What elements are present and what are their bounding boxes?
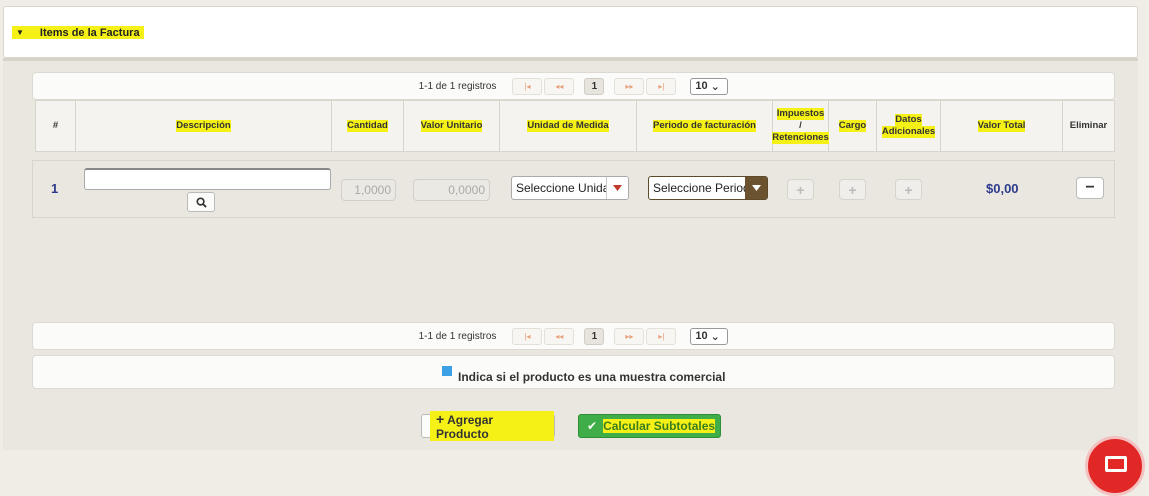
calculate-subtotals-button[interactable]: ✔ Calcular Subtotales [578, 414, 721, 438]
add-product-button[interactable]: + Agregar Producto [421, 411, 555, 441]
chevron-down-icon: ⌄ [710, 330, 720, 343]
pager-info: 1-1 de 1 registros [418, 330, 497, 342]
unit-value-input[interactable]: 0,0000 [413, 179, 490, 201]
chat-button[interactable] [1085, 436, 1145, 496]
col-delete: Eliminar [1063, 101, 1114, 151]
add-product-label-wrap: + Agregar Producto [430, 411, 554, 441]
uom-select-value: Seleccione Unidad [516, 181, 617, 195]
chevron-down-icon: ⌄ [710, 80, 720, 93]
col-quantity[interactable]: Cantidad [332, 101, 404, 151]
check-icon: ✔ [587, 419, 598, 433]
period-select[interactable]: Seleccione Periodo [648, 176, 768, 200]
plus-icon: + [904, 181, 913, 198]
col-num: # [36, 101, 76, 151]
page-size-value: 10 [695, 330, 708, 342]
col-quantity-label: Cantidad [347, 120, 388, 132]
row-number: 1 [51, 181, 59, 196]
page-size-select[interactable]: 10 ⌄ [690, 77, 729, 95]
chat-icon [1105, 456, 1127, 472]
add-product-label: Agregar Producto [436, 413, 494, 441]
quantity-input[interactable]: 1,0000 [341, 179, 396, 201]
plus-icon: + [848, 181, 857, 198]
add-tax-button[interactable]: + [787, 179, 814, 200]
sample-color-swatch [442, 366, 452, 376]
chevron-down-icon [745, 177, 767, 199]
col-delete-label: Eliminar [1069, 120, 1108, 131]
minus-icon: − [1085, 179, 1095, 196]
next-page-icon[interactable]: ▸▸ [614, 77, 645, 95]
search-button[interactable] [187, 192, 215, 212]
paginator-bottom: 1-1 de 1 registros |◂ ◂◂ 1 ▸▸ ▸| 10 ⌄ [32, 322, 1115, 350]
col-taxes[interactable]: Impuestos / Retenciones [772, 101, 829, 151]
first-page-icon[interactable]: |◂ [512, 327, 543, 345]
caret-down-icon: ▼ [16, 28, 24, 37]
period-select-value: Seleccione Periodo [653, 181, 757, 195]
delete-row-button[interactable]: − [1076, 177, 1104, 199]
sample-legend: Indica si el producto es una muestra com… [32, 355, 1115, 389]
next-page-icon[interactable]: ▸▸ [614, 327, 645, 345]
row-total: $0,00 [986, 181, 1019, 196]
col-taxes-label-2: / [799, 120, 802, 131]
col-taxes-label-1: Impuestos [776, 108, 825, 120]
first-page-icon[interactable]: |◂ [512, 77, 543, 95]
prev-page-icon[interactable]: ◂◂ [544, 77, 575, 95]
legend-text: Indica si el producto es una muestra com… [458, 370, 726, 384]
col-unit-value-label: Valor Unitario [420, 120, 483, 132]
plus-icon: + [796, 181, 805, 198]
chevron-down-icon [606, 177, 628, 199]
col-num-label: # [52, 120, 59, 131]
page-number[interactable]: 1 [584, 327, 605, 345]
table-row: 1 1,0000 0,0000 Seleccione Unidad Selecc… [32, 160, 1115, 218]
col-total-label: Valor Total [977, 120, 1026, 132]
section-title: Items de la Factura [39, 26, 140, 39]
page-size-value: 10 [695, 80, 708, 92]
col-charge-label: Cargo [838, 120, 867, 132]
paginator-top: 1-1 de 1 registros |◂ ◂◂ 1 ▸▸ ▸| 10 ⌄ [32, 72, 1115, 100]
description-input[interactable] [84, 168, 331, 190]
col-extra[interactable]: Datos Adicionales [877, 101, 941, 151]
section-toggle[interactable]: ▼ Items de la Factura [12, 26, 144, 39]
col-total[interactable]: Valor Total [941, 101, 1063, 151]
prev-page-icon[interactable]: ◂◂ [544, 327, 575, 345]
page-number[interactable]: 1 [584, 77, 605, 95]
col-description[interactable]: Descripción [76, 101, 332, 151]
search-icon [195, 196, 207, 208]
table-header: # Descripción Cantidad Valor Unitario Un… [35, 100, 1115, 152]
col-uom-label: Unidad de Medida [527, 120, 609, 132]
page-size-select[interactable]: 10 ⌄ [690, 327, 729, 345]
last-page-icon[interactable]: ▸| [646, 77, 677, 95]
col-period[interactable]: Periodo de facturación [637, 101, 773, 151]
items-section-header: ▼ Items de la Factura [3, 6, 1138, 58]
pager-info: 1-1 de 1 registros [418, 80, 497, 92]
col-uom[interactable]: Unidad de Medida [500, 101, 637, 151]
col-taxes-label-3: Retenciones [772, 132, 829, 144]
uom-select[interactable]: Seleccione Unidad [511, 176, 629, 200]
col-extra-label-2: Adicionales [881, 126, 936, 138]
col-description-label: Descripción [176, 120, 231, 132]
add-charge-button[interactable]: + [839, 179, 866, 200]
plus-icon: + [436, 411, 445, 427]
col-unit-value[interactable]: Valor Unitario [404, 101, 500, 151]
calculate-subtotals-label: Calcular Subtotales [603, 419, 716, 433]
col-extra-label-1: Datos [895, 114, 922, 126]
col-period-label: Periodo de facturación [653, 120, 756, 132]
col-charge[interactable]: Cargo [829, 101, 877, 151]
last-page-icon[interactable]: ▸| [646, 327, 677, 345]
add-extra-data-button[interactable]: + [895, 179, 922, 200]
